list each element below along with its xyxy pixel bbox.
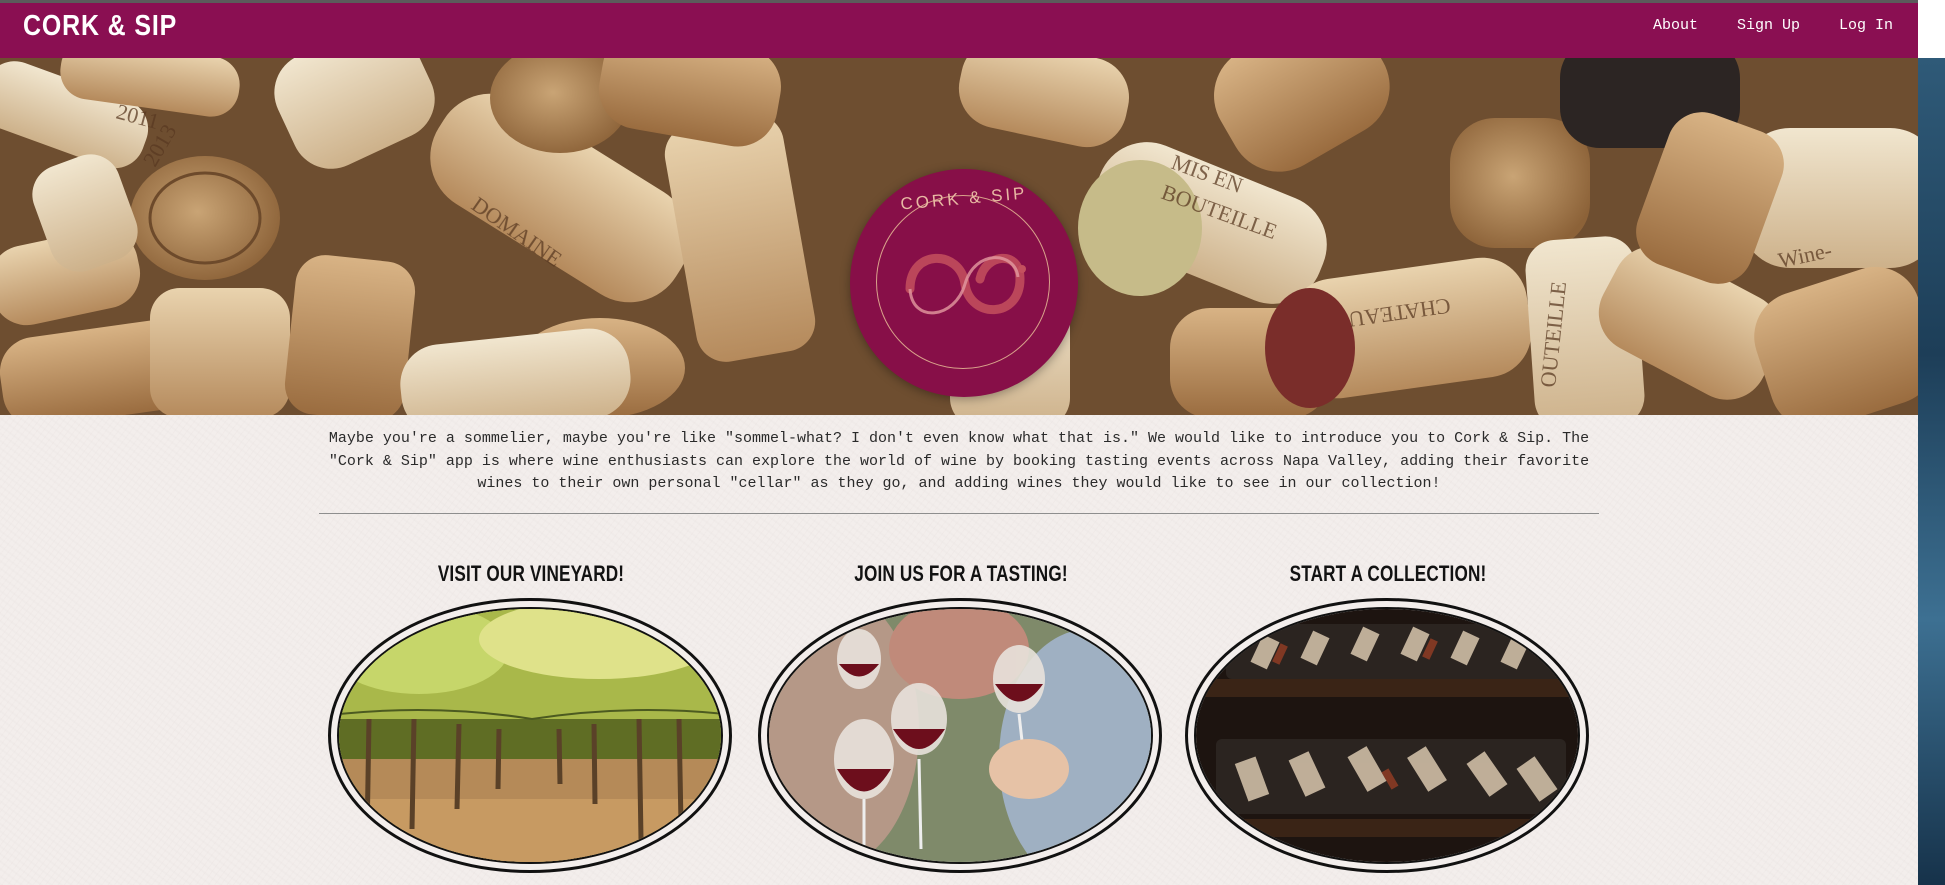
nav-link-log-in[interactable]: Log In bbox=[1812, 17, 1905, 34]
oval-frame bbox=[328, 598, 732, 873]
wine-swirl-icon bbox=[905, 253, 1026, 315]
collection-image[interactable] bbox=[1194, 607, 1580, 864]
oval-frame bbox=[758, 598, 1162, 873]
section-divider bbox=[319, 513, 1599, 514]
card-title: VISIT OUR VINEYARD! bbox=[437, 561, 625, 586]
brand-logo-text[interactable]: CORK & SIP bbox=[23, 10, 177, 43]
card-vineyard[interactable]: VISIT OUR VINEYARD! bbox=[326, 558, 736, 873]
navbar: CORK & SIP About Sign Up Log In bbox=[0, 0, 1918, 58]
hero-logo-badge: CORK & SIP bbox=[850, 169, 1078, 397]
oval-frame bbox=[1185, 598, 1589, 873]
nav-link-about[interactable]: About bbox=[1626, 17, 1710, 34]
nav-links: About Sign Up Log In bbox=[1626, 17, 1905, 34]
desktop-edge-strip bbox=[1918, 0, 1945, 885]
page: CORK & SIP About Sign Up Log In MIS EN B… bbox=[0, 0, 1918, 885]
card-tasting[interactable]: JOIN US FOR A TASTING! bbox=[756, 558, 1166, 873]
card-collection[interactable]: START A COLLECTION! bbox=[1183, 558, 1593, 873]
tasting-image[interactable] bbox=[767, 607, 1153, 864]
card-title: START A COLLECTION! bbox=[1289, 561, 1487, 586]
vineyard-image[interactable] bbox=[337, 607, 723, 864]
card-title: JOIN US FOR A TASTING! bbox=[854, 561, 1068, 586]
hero-banner: MIS EN BOUTEILLE DOMAINE CHATEAU OUTEILL… bbox=[0, 58, 1918, 415]
nav-link-sign-up[interactable]: Sign Up bbox=[1710, 17, 1812, 34]
intro-paragraph: Maybe you're a sommelier, maybe you're l… bbox=[328, 430, 1590, 492]
